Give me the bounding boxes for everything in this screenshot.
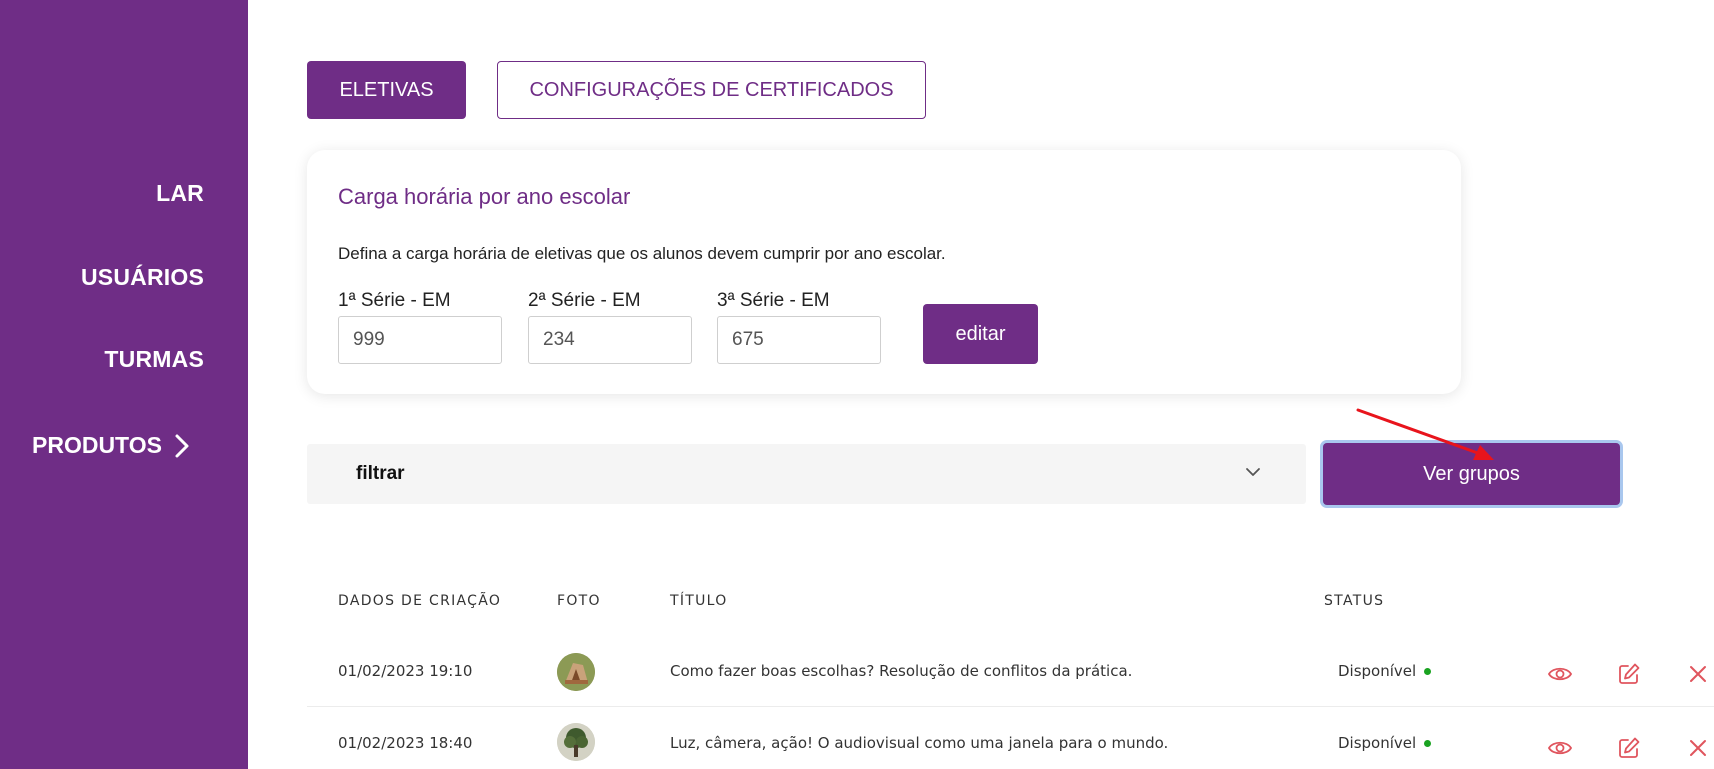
- chevron-down-icon: [1246, 468, 1260, 476]
- field-label-serie-2: 2ª Série - EM: [528, 290, 641, 311]
- field-label-serie-3: 3ª Série - EM: [717, 290, 830, 311]
- edit-button[interactable]: editar: [923, 304, 1038, 364]
- status-badge: Disponível: [1338, 734, 1432, 752]
- column-header-date: DADOS DE CRIAÇÃO: [338, 593, 502, 609]
- avatar: [557, 653, 595, 691]
- status-dot: [1424, 739, 1432, 747]
- serie-3-input[interactable]: 675: [717, 316, 881, 364]
- workload-card: Carga horária por ano escolar Defina a c…: [307, 150, 1461, 394]
- card-title: Carga horária por ano escolar: [338, 184, 631, 209]
- sidebar-item-label: PRODUTOS: [32, 432, 162, 458]
- close-icon[interactable]: [1689, 739, 1707, 757]
- column-header-status: STATUS: [1324, 593, 1385, 609]
- avatar: [557, 723, 595, 761]
- serie-1-input[interactable]: 999: [338, 316, 502, 364]
- status-badge: Disponível: [1338, 662, 1432, 680]
- serie-2-input[interactable]: 234: [528, 316, 692, 364]
- column-header-title: TÍTULO: [670, 593, 728, 609]
- column-header-photo: FOTO: [557, 593, 601, 609]
- row-title: Luz, câmera, ação! O audiovisual como um…: [670, 734, 1169, 752]
- sidebar-item-lar[interactable]: LAR: [156, 180, 204, 207]
- field-label-serie-1: 1ª Série - EM: [338, 290, 451, 311]
- filter-label: filtrar: [356, 463, 405, 484]
- row-date: 01/02/2023 19:10: [338, 662, 473, 680]
- edit-icon[interactable]: [1618, 663, 1640, 685]
- sidebar-item-produtos[interactable]: PRODUTOS: [32, 432, 190, 459]
- sidebar-item-usuarios[interactable]: USUÁRIOS: [81, 264, 204, 291]
- eye-icon[interactable]: [1548, 739, 1572, 757]
- chevron-right-icon: [175, 434, 189, 457]
- row-title: Como fazer boas escolhas? Resolução de c…: [670, 662, 1133, 680]
- tab-certificate-settings[interactable]: CONFIGURAÇÕES DE CERTIFICADOS: [497, 61, 926, 119]
- status-dot: [1424, 667, 1432, 675]
- row-date: 01/02/2023 18:40: [338, 734, 473, 752]
- close-icon[interactable]: [1689, 665, 1707, 683]
- annotation-arrow: [1356, 408, 1494, 460]
- sidebar-item-turmas[interactable]: TURMAS: [104, 346, 204, 373]
- card-description: Defina a carga horária de eletivas que o…: [338, 244, 946, 263]
- filter-dropdown[interactable]: filtrar: [307, 444, 1306, 504]
- row-divider: [307, 706, 1714, 707]
- status-label: Disponível: [1338, 662, 1417, 680]
- sidebar: LAR USUÁRIOS TURMAS PRODUTOS: [0, 0, 248, 769]
- edit-icon[interactable]: [1618, 737, 1640, 759]
- eye-icon[interactable]: [1548, 665, 1572, 683]
- tab-eletivas[interactable]: ELETIVAS: [307, 61, 466, 119]
- status-label: Disponível: [1338, 734, 1417, 752]
